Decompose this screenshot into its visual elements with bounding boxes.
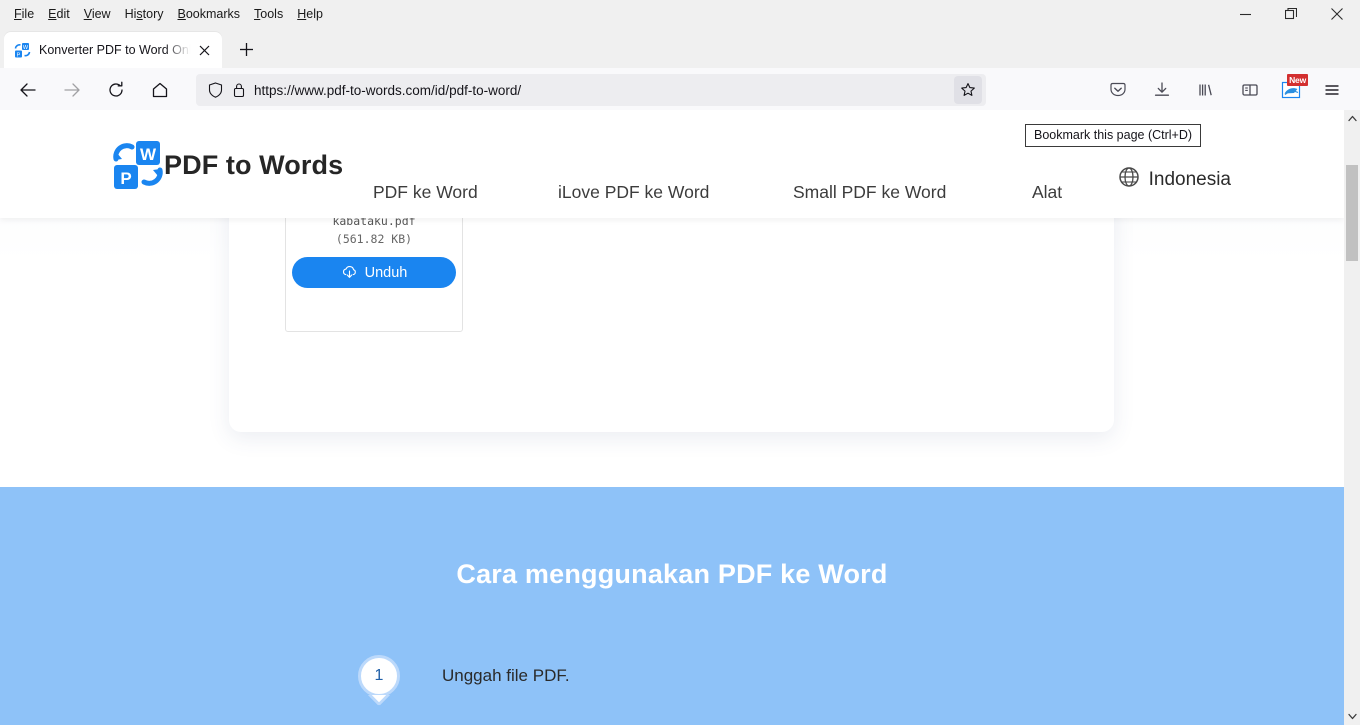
- browser-chrome: File Edit View History Bookmarks Tools H…: [0, 0, 1360, 113]
- menu-bookmarks[interactable]: Bookmarks: [171, 4, 248, 24]
- minimize-button[interactable]: [1222, 0, 1268, 28]
- home-button[interactable]: [143, 73, 177, 107]
- restore-button[interactable]: [1268, 0, 1314, 28]
- howto-section: Cara menggunakan PDF ke Word 1 Unggah fi…: [0, 487, 1344, 725]
- back-button[interactable]: [11, 73, 45, 107]
- menu-view[interactable]: View: [77, 4, 118, 24]
- menu-history[interactable]: History: [118, 4, 171, 24]
- extension-icon[interactable]: New: [1276, 75, 1306, 105]
- url-text[interactable]: https://www.pdf-to-words.com/id/pdf-to-w…: [254, 83, 954, 98]
- web-page: kabataku.pdf (561.82 KB) Unduh: [0, 110, 1344, 725]
- step-text: Unggah file PDF.: [442, 666, 570, 686]
- download-label: Unduh: [365, 265, 408, 281]
- svg-text:W: W: [23, 45, 29, 51]
- extension-new-badge: New: [1287, 74, 1308, 86]
- pdf-to-words-favicon-icon: W P: [14, 42, 31, 59]
- svg-text:W: W: [140, 145, 157, 164]
- shield-icon[interactable]: [206, 81, 224, 99]
- scroll-up-icon[interactable]: [1344, 110, 1360, 127]
- url-bar[interactable]: https://www.pdf-to-words.com/id/pdf-to-w…: [196, 74, 986, 106]
- scroll-down-icon[interactable]: [1344, 708, 1360, 725]
- howto-step-1: 1 Unggah file PDF.: [358, 655, 570, 697]
- nav-link-alat[interactable]: Alat: [1032, 182, 1062, 203]
- menu-file[interactable]: File: [7, 4, 41, 24]
- menu-help[interactable]: Help: [290, 4, 330, 24]
- pocket-icon[interactable]: [1101, 73, 1135, 107]
- library-icon[interactable]: [1189, 73, 1223, 107]
- tab-close-icon[interactable]: [194, 40, 214, 60]
- bookmark-tooltip: Bookmark this page (Ctrl+D): [1025, 124, 1201, 147]
- svg-text:P: P: [120, 169, 131, 188]
- navigation-toolbar: https://www.pdf-to-words.com/id/pdf-to-w…: [0, 68, 1360, 113]
- nav-link-pdf-ke-word[interactable]: PDF ke Word: [373, 182, 478, 203]
- new-tab-button[interactable]: [230, 33, 262, 65]
- language-selector[interactable]: Indonesia: [1118, 166, 1231, 193]
- window-controls: [1222, 0, 1360, 28]
- cloud-download-icon: [341, 264, 358, 281]
- menu-tools[interactable]: Tools: [247, 4, 290, 24]
- pdf-to-words-logo-icon: W P: [110, 139, 166, 191]
- bookmark-star-icon[interactable]: [954, 76, 982, 104]
- close-button[interactable]: [1314, 0, 1360, 28]
- lock-icon[interactable]: [230, 81, 248, 99]
- nav-link-ilove-pdf-ke-word[interactable]: iLove PDF ke Word: [558, 182, 709, 203]
- browser-tab[interactable]: W P Konverter PDF to Word Online T: [4, 32, 222, 68]
- globe-icon: [1118, 166, 1140, 193]
- forward-button[interactable]: [55, 73, 89, 107]
- step-number-badge: 1: [358, 655, 400, 697]
- brand-name: PDF to Words: [164, 150, 343, 181]
- tab-title: Konverter PDF to Word Online T: [39, 43, 192, 57]
- tab-strip: W P Konverter PDF to Word Online T: [0, 28, 1360, 68]
- menu-hamburger-icon[interactable]: [1315, 73, 1349, 107]
- reload-button[interactable]: [99, 73, 133, 107]
- page-scrollbar[interactable]: [1344, 110, 1360, 725]
- download-button[interactable]: Unduh: [292, 257, 456, 288]
- toolbar-icons: New: [1096, 73, 1354, 107]
- menu-bar: File Edit View History Bookmarks Tools H…: [0, 0, 1360, 28]
- menu-edit[interactable]: Edit: [41, 4, 77, 24]
- svg-text:P: P: [17, 52, 21, 58]
- howto-title: Cara menggunakan PDF ke Word: [0, 559, 1344, 590]
- page-viewport: kabataku.pdf (561.82 KB) Unduh: [0, 110, 1360, 725]
- file-size: (561.82 KB): [336, 232, 412, 246]
- scrollbar-thumb[interactable]: [1346, 165, 1358, 261]
- brand-logo[interactable]: W P PDF to Words: [110, 139, 343, 191]
- sidebar-icon[interactable]: [1233, 73, 1267, 107]
- language-label: Indonesia: [1149, 169, 1231, 191]
- downloads-icon[interactable]: [1145, 73, 1179, 107]
- nav-link-small-pdf-ke-word[interactable]: Small PDF ke Word: [793, 182, 946, 203]
